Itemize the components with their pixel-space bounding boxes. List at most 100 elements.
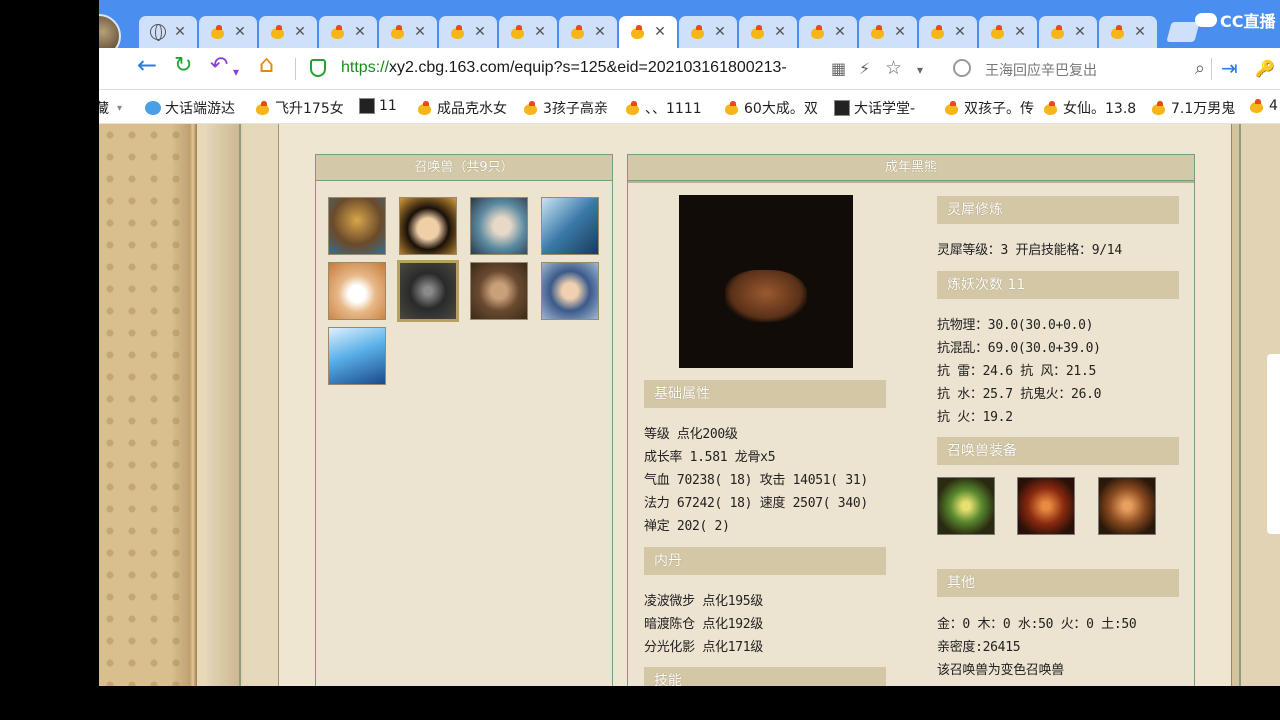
bookmark-item[interactable]: 女仙。13.8 (1043, 98, 1136, 118)
pet-thumbnail[interactable] (328, 197, 386, 255)
bookmark-label: 女仙。13.8 (1063, 101, 1137, 117)
qr-code-icon[interactable]: ▦ (831, 59, 846, 78)
close-icon[interactable]: ✕ (954, 24, 966, 40)
chick-icon (510, 25, 526, 39)
browser-tab[interactable]: ✕ (919, 16, 977, 48)
close-icon[interactable]: ✕ (654, 24, 666, 40)
search-box[interactable]: 王海回应辛巴复出 ⌕ (937, 54, 1205, 84)
pet-thumbnail[interactable] (470, 262, 528, 320)
browser-tab[interactable]: ✕ (319, 16, 377, 48)
close-icon[interactable]: ✕ (414, 24, 426, 40)
bookmark-label: 11 (379, 98, 397, 114)
search-input[interactable]: 王海回应辛巴复出 (985, 60, 1097, 80)
browser-tab[interactable]: ✕ (1099, 16, 1157, 48)
pet-thumbnail[interactable] (470, 197, 528, 255)
pet-thumbnail[interactable] (541, 262, 599, 320)
bookmark-item[interactable]: 3孩子高亲 (523, 98, 608, 118)
bookmark-item[interactable]: 7.1万男鬼 (1151, 98, 1235, 118)
close-icon[interactable]: ✕ (234, 24, 246, 40)
equipment-slot[interactable] (1098, 477, 1156, 535)
close-icon[interactable]: ✕ (714, 24, 726, 40)
skills-header: 技能 (644, 667, 886, 686)
browser-tab[interactable]: ✕ (859, 16, 917, 48)
bookmark-item[interactable]: 60大成。双 (724, 98, 818, 118)
bookmark-item[interactable]: 大话学堂- (834, 98, 915, 118)
resist-line: 抗混乱：69.0(30.0+39.0) (937, 341, 1101, 356)
bookmark-item[interactable]: 藏 ▾ (99, 98, 122, 118)
url-field[interactable]: https://xy2.cbg.163.com/equip?s=125&eid=… (341, 59, 787, 77)
secure-shield-icon[interactable] (310, 59, 326, 77)
chick-icon (570, 25, 586, 39)
browser-tab[interactable]: ✕ (259, 16, 317, 48)
home-icon[interactable]: ⌂ (259, 52, 274, 76)
decorative-pattern (99, 124, 189, 686)
browser-tab[interactable]: ✕ (979, 16, 1037, 48)
pet-portrait (679, 195, 853, 368)
chick-icon (330, 25, 346, 39)
star-icon[interactable]: ☆ (885, 57, 902, 79)
close-icon[interactable]: ✕ (894, 24, 906, 40)
chevron-down-icon[interactable]: ▾ (117, 103, 122, 114)
browser-tab[interactable]: ✕ (559, 16, 617, 48)
bookmark-item[interactable]: 11 (359, 98, 397, 114)
close-icon[interactable]: ✕ (174, 24, 186, 40)
basic-attributes-header: 基础属性 (644, 380, 886, 408)
reload-icon[interactable]: ↻ (174, 55, 192, 77)
browser-tab[interactable]: ✕ (619, 16, 677, 48)
search-icon[interactable]: ⌕ (1195, 58, 1205, 79)
bookmark-item[interactable]: 大话端游达 (145, 98, 235, 118)
pet-thumbnail[interactable] (399, 197, 457, 255)
close-icon[interactable]: ✕ (834, 24, 846, 40)
close-icon[interactable]: ✕ (474, 24, 486, 40)
globe-icon (150, 24, 167, 41)
bookmark-item[interactable]: 、、1111 (625, 98, 702, 118)
close-icon[interactable]: ✕ (534, 24, 546, 40)
browser-tab[interactable]: ✕ (1039, 16, 1097, 48)
bookmark-label: 双孩子。传 (964, 101, 1034, 117)
undo-dropdown-icon[interactable]: ▾ (233, 62, 239, 82)
equipment-slot[interactable] (1017, 477, 1075, 535)
equipment-slot[interactable] (937, 477, 995, 535)
login-icon[interactable]: ⇥ (1221, 56, 1238, 80)
chick-icon (630, 25, 646, 39)
pet-thumbnail[interactable] (328, 262, 386, 320)
undo-icon[interactable]: ↶ (210, 55, 228, 77)
chick-icon (930, 25, 946, 39)
browser-tab[interactable]: ✕ (199, 16, 257, 48)
border-strip (243, 124, 279, 686)
app-icon (359, 98, 375, 114)
browser-tab[interactable]: ✕ (679, 16, 737, 48)
cc-live-logo[interactable]: CC直播 (1195, 8, 1276, 32)
browser-tab[interactable]: ✕ (379, 16, 437, 48)
divider (1211, 58, 1212, 80)
scrollbar[interactable] (1267, 354, 1280, 534)
bookmark-item[interactable]: 成品克水女 (417, 98, 507, 118)
browser-tab[interactable]: ✕ (739, 16, 797, 48)
bookmark-label: 60大成。双 (744, 101, 818, 117)
browser-tab[interactable]: ✕ (499, 16, 557, 48)
lightning-icon[interactable]: ⚡ (859, 59, 870, 78)
bookmark-item[interactable]: 双孩子。传 (944, 98, 1034, 118)
tab-bar: ✕ ✕ ✕ ✕ ✕ ✕ ✕ ✕ ✕ ✕ ✕ ✕ ✕ ✕ ✕ ✕ ✕ CC直播 (99, 0, 1280, 58)
tab-globe[interactable]: ✕ (139, 16, 197, 48)
close-icon[interactable]: ✕ (774, 24, 786, 40)
chick-icon (810, 25, 826, 39)
pet-thumbnail-selected[interactable] (397, 260, 459, 322)
browser-tab[interactable]: ✕ (799, 16, 857, 48)
close-icon[interactable]: ✕ (1014, 24, 1026, 40)
pet-thumbnail[interactable] (328, 327, 386, 385)
browser-window: ✕ ✕ ✕ ✕ ✕ ✕ ✕ ✕ ✕ ✕ ✕ ✕ ✕ ✕ ✕ ✕ ✕ CC直播 ← ↻ ↶ ▾ ⌂ https:… (99, 0, 1280, 686)
close-icon[interactable]: ✕ (294, 24, 306, 40)
close-icon[interactable]: ✕ (354, 24, 366, 40)
bookmark-item[interactable]: 飞升175女 (255, 98, 344, 118)
bookmark-item[interactable]: 4 (1249, 98, 1278, 114)
back-icon[interactable]: ← (137, 53, 157, 77)
close-icon[interactable]: ✕ (1074, 24, 1086, 40)
browser-tab[interactable]: ✕ (439, 16, 497, 48)
pet-thumbnail[interactable] (541, 197, 599, 255)
close-icon[interactable]: ✕ (1134, 24, 1146, 40)
url-dropdown-icon[interactable]: ▾ (917, 63, 923, 77)
chick-icon (1110, 25, 1126, 39)
close-icon[interactable]: ✕ (594, 24, 606, 40)
key-icon[interactable]: 🔑 (1255, 59, 1275, 78)
